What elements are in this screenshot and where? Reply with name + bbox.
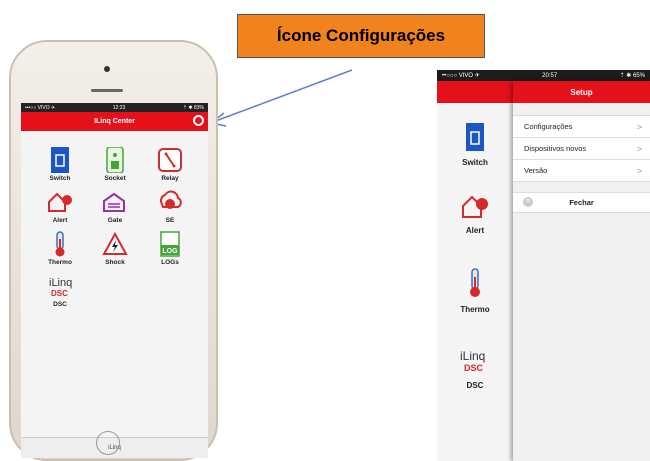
tile-label: SE	[165, 217, 175, 224]
home-button[interactable]	[96, 431, 120, 455]
tile-label: LOGs	[161, 259, 179, 266]
menu-item-label: Configurações	[524, 122, 573, 131]
battery: ⇡ ✱ 65%	[619, 73, 645, 79]
tile-relay[interactable]: Relay	[150, 147, 190, 182]
nav-bar-behind	[437, 81, 513, 103]
menu-list: Configurações > Dispositivos novos > Ver…	[513, 115, 650, 182]
menu-item-versao[interactable]: Versão >	[513, 160, 650, 182]
tile-alert[interactable]: Alert	[437, 193, 513, 235]
svg-text:iLinq: iLinq	[49, 277, 72, 289]
status-bar: ••○○○ VIVO ✈ 20:57 ⇡ ✱ 65%	[437, 70, 650, 81]
status-time: 20:57	[542, 72, 558, 79]
tile-thermo[interactable]: Thermo	[40, 231, 80, 266]
tile-label: Alert	[465, 226, 485, 235]
tile-label: DSC	[53, 301, 67, 308]
left-screen: •••○○ VIVO ✈ 12:23 ⇡ ✱ 83% ILinq Center …	[21, 103, 208, 458]
close-button[interactable]: × Fechar	[513, 192, 650, 213]
tile-label: Alert	[52, 217, 68, 224]
tile-gate[interactable]: Gate	[95, 189, 135, 224]
tile-se[interactable]: SE	[150, 189, 190, 224]
carrier: ••○○○ VIVO ✈	[442, 73, 480, 79]
tile-dsc[interactable]: iLinq DSC DSC	[40, 273, 80, 308]
tile-label: Gate	[107, 217, 123, 224]
menu-item-configuracoes[interactable]: Configurações >	[513, 116, 650, 138]
menu-title: Setup	[513, 81, 650, 103]
dsc-icon: iLinqDSC	[460, 349, 485, 373]
tile-label: Shock	[105, 259, 125, 266]
battery: ⇡ ✱ 83%	[182, 104, 204, 111]
tile-label: Socket	[104, 175, 126, 182]
carrier: •••○○ VIVO ✈	[25, 104, 56, 111]
tile-logs[interactable]: LOG LOGs	[150, 231, 190, 266]
se-icon	[157, 189, 183, 215]
switch-icon	[466, 123, 484, 151]
logs-icon: LOG	[157, 231, 183, 257]
status-bar: •••○○ VIVO ✈ 12:23 ⇡ ✱ 83%	[21, 103, 208, 112]
tile-label: Thermo	[48, 259, 72, 266]
socket-icon	[102, 147, 128, 173]
tile-shock[interactable]: Shock	[95, 231, 135, 266]
switch-icon	[47, 147, 73, 173]
svg-text:DSC: DSC	[51, 289, 68, 298]
alert-icon	[47, 189, 73, 215]
thermo-icon	[47, 231, 73, 257]
menu-item-label: Dispositivos novos	[524, 144, 587, 153]
relay-icon	[157, 147, 183, 173]
thermo-icon	[470, 268, 480, 297]
tile-label: DSC	[466, 381, 484, 390]
svg-text:iLinq: iLinq	[460, 349, 485, 363]
status-time: 12:23	[112, 104, 126, 111]
app-title: ILinq Center	[94, 118, 135, 125]
menu-item-label: Versão	[524, 166, 548, 175]
tile-label: Thermo	[460, 305, 490, 314]
phone-left: •••○○ VIVO ✈ 12:23 ⇡ ✱ 83% ILinq Center …	[9, 40, 218, 461]
setup-menu: Setup Configurações > Dispositivos novos…	[513, 81, 650, 461]
right-screen: ••○○○ VIVO ✈ 20:57 ⇡ ✱ 65% Switch Alert …	[437, 70, 650, 461]
tile-dsc[interactable]: iLinq DSC DSC	[437, 348, 513, 390]
close-label: Fechar	[569, 198, 594, 207]
chevron-right-icon: >	[636, 143, 642, 154]
gear-icon[interactable]	[193, 115, 204, 126]
background-tiles: Switch Alert Thermo iLinq DSC DSC	[437, 103, 513, 461]
chevron-right-icon: >	[636, 165, 642, 176]
tile-label: Switch	[462, 158, 488, 167]
dsc-icon: iLinqDSC	[47, 273, 73, 299]
close-icon: ×	[523, 197, 533, 207]
tile-alert[interactable]: Alert	[40, 189, 80, 224]
tile-label: Switch	[49, 175, 71, 182]
chevron-right-icon: >	[636, 121, 642, 132]
shock-icon	[102, 231, 128, 257]
svg-text:LOG: LOG	[162, 248, 178, 255]
tile-switch[interactable]: Switch	[40, 147, 80, 182]
alert-icon	[462, 195, 488, 218]
tile-switch[interactable]: Switch	[437, 123, 513, 167]
menu-item-dispositivos-novos[interactable]: Dispositivos novos >	[513, 138, 650, 160]
tile-label: Relay	[161, 175, 179, 182]
gate-icon	[102, 189, 128, 215]
tile-socket[interactable]: Socket	[95, 147, 135, 182]
speaker-icon	[91, 89, 123, 92]
camera-icon	[104, 66, 110, 72]
tile-thermo[interactable]: Thermo	[437, 268, 513, 314]
svg-text:DSC: DSC	[464, 363, 484, 373]
nav-bar: ILinq Center	[21, 112, 208, 131]
